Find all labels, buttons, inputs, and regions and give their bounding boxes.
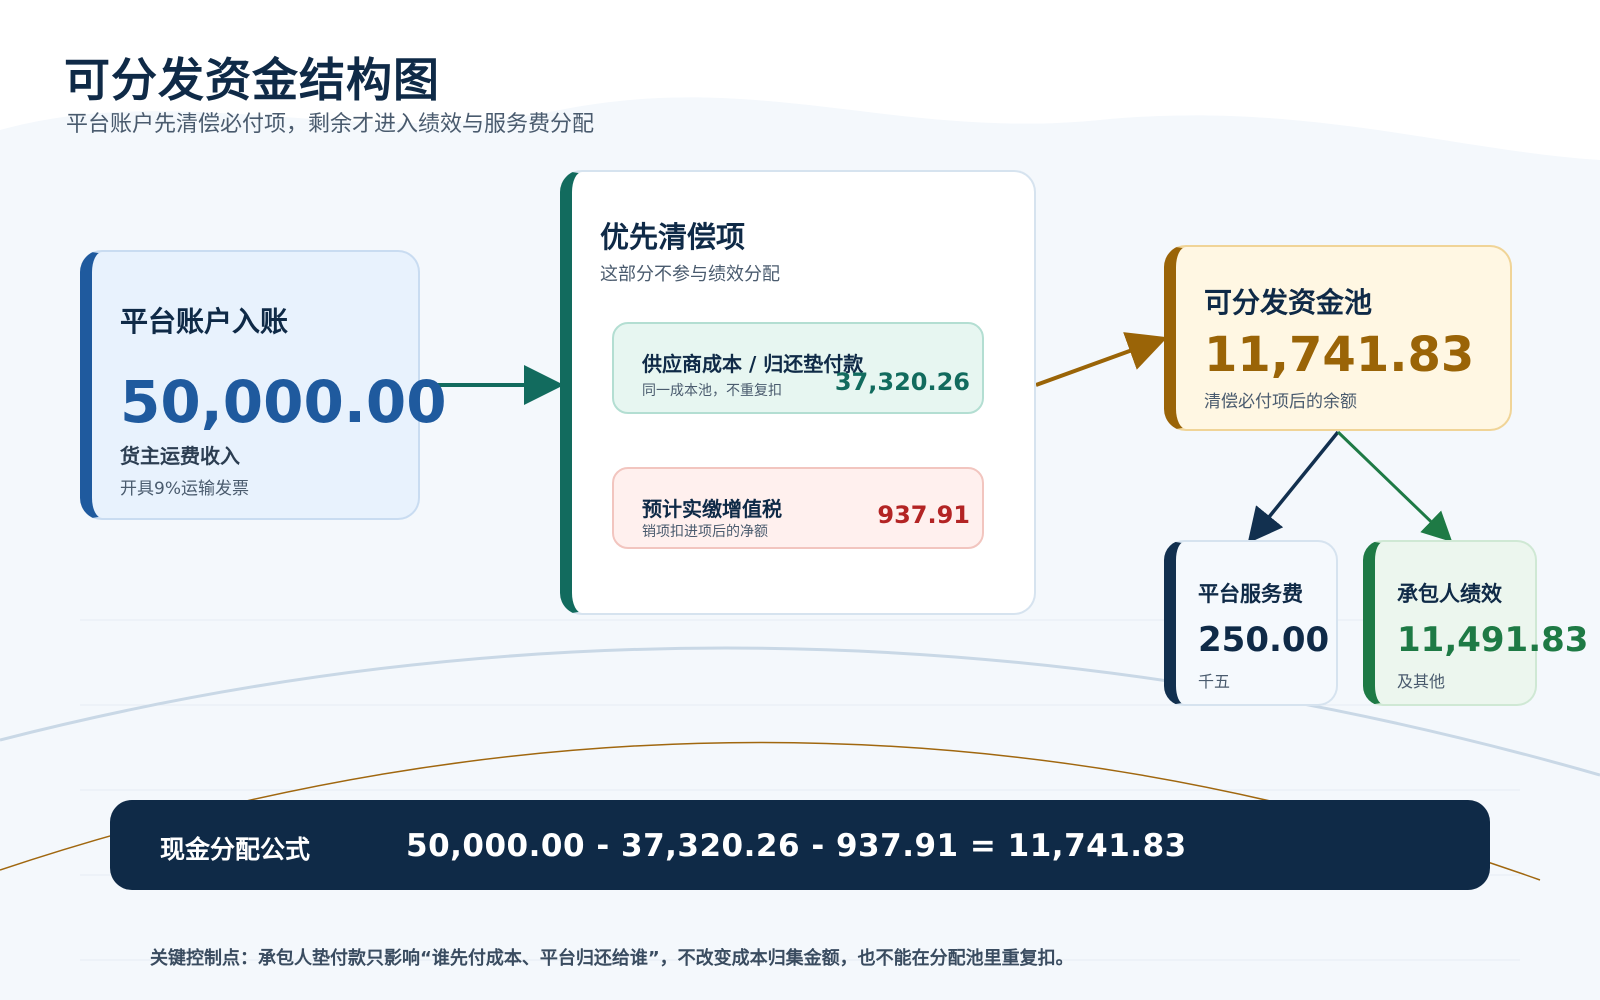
priority-item-title: 预计实缴增值税 xyxy=(642,497,782,521)
formula-banner: 现金分配公式 50,000.00 - 37,320.26 - 937.91 = … xyxy=(110,800,1490,890)
page-subtitle: 平台账户先清偿必付项，剩余才进入绩效与服务费分配 xyxy=(66,112,595,137)
arrow-pool-to-service xyxy=(1247,430,1340,544)
priority-item-note: 同一成本池，不重复扣 xyxy=(642,383,782,399)
performance-card: 承包人绩效 11,491.83 及其他 xyxy=(1363,540,1588,706)
priority-heading: 优先清偿项 xyxy=(600,220,746,254)
priority-item-supplier-cost: 供应商成本 / 归还垫付款 同一成本池，不重复扣 37,320.26 xyxy=(612,322,984,414)
priority-item-value: 37,320.26 xyxy=(834,368,970,396)
income-amount: 50,000.00 xyxy=(120,368,447,436)
priority-item-note: 销项扣进项后的净额 xyxy=(642,524,768,540)
service-fee-note: 千五 xyxy=(1198,672,1231,691)
footnote: 关键控制点：承包人垫付款只影响“谁先付成本、平台归还给谁”，不改变成本归集金额，… xyxy=(150,948,1074,969)
service-fee-card: 平台服务费 250.00 千五 xyxy=(1164,540,1338,706)
service-fee-heading: 平台服务费 xyxy=(1198,582,1303,606)
formula-expression: 50,000.00 - 37,320.26 - 937.91 = 11,741.… xyxy=(406,828,1187,864)
pool-heading: 可分发资金池 xyxy=(1204,286,1373,319)
pool-amount: 11,741.83 xyxy=(1204,327,1475,383)
income-heading: 平台账户入账 xyxy=(120,305,289,338)
performance-note: 及其他 xyxy=(1397,672,1446,691)
priority-card: 优先清偿项 这部分不参与绩效分配 供应商成本 / 归还垫付款 同一成本池，不重复… xyxy=(560,170,1036,615)
arrow-priority-to-pool xyxy=(1035,332,1168,387)
performance-amount: 11,491.83 xyxy=(1397,620,1589,660)
arrow-pool-to-performance xyxy=(1336,430,1453,543)
service-fee-amount: 250.00 xyxy=(1198,620,1330,660)
priority-subheading: 这部分不参与绩效分配 xyxy=(600,264,780,285)
performance-heading: 承包人绩效 xyxy=(1397,582,1502,606)
priority-item-title: 供应商成本 / 归还垫付款 xyxy=(642,352,864,376)
priority-item-value: 937.91 xyxy=(877,501,970,529)
income-note: 开具9%运输发票 xyxy=(120,479,249,499)
pool-note: 清偿必付项后的余额 xyxy=(1204,392,1357,412)
priority-item-vat: 预计实缴增值税 销项扣进项后的净额 937.91 xyxy=(612,467,984,549)
income-card: 平台账户入账 50,000.00 货主运费收入 开具9%运输发票 xyxy=(80,250,447,520)
page-title: 可分发资金结构图 xyxy=(64,53,440,107)
formula-label: 现金分配公式 xyxy=(160,835,311,864)
income-label: 货主运费收入 xyxy=(120,444,240,468)
fund-pool-card: 可分发资金池 11,741.83 清偿必付项后的余额 xyxy=(1164,245,1512,431)
